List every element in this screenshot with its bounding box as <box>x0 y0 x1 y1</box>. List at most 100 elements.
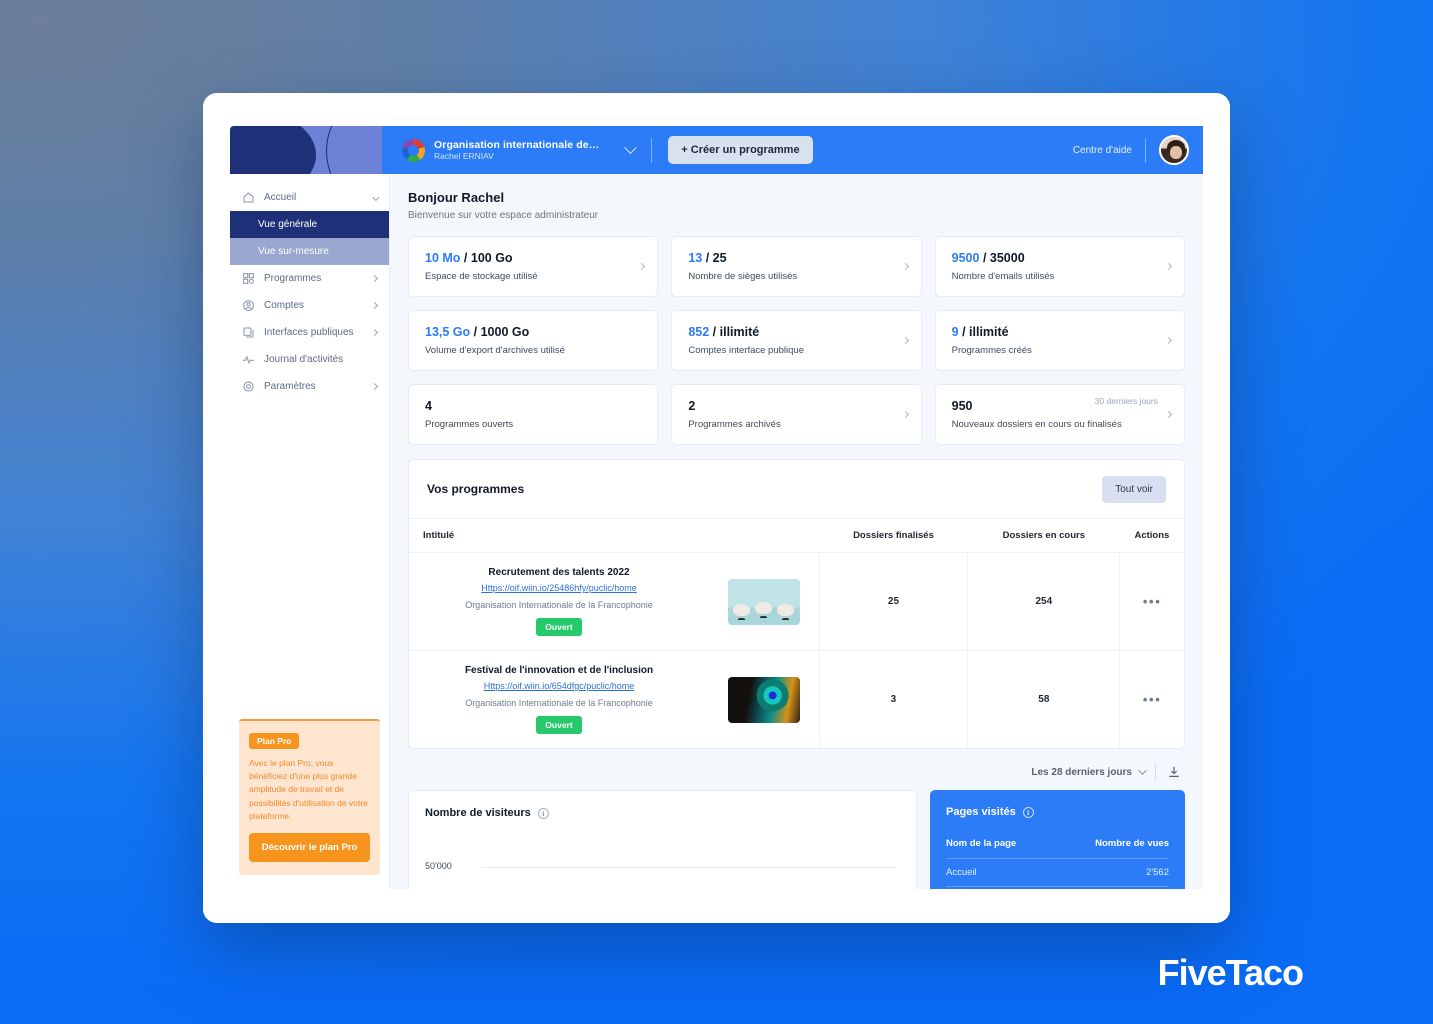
app-body: Accueil Vue générale Vue sur-mesure Prog… <box>230 174 1203 889</box>
stat-value-group: 9 / illimité <box>952 325 1168 339</box>
top-bar: Organisation internationale de… Rachel E… <box>230 126 1203 174</box>
organization-text: Organisation internationale de… Rachel E… <box>434 139 599 162</box>
pages-visited-panel: Pages visités i Nom de la page Nombre de… <box>930 790 1185 889</box>
see-all-button[interactable]: Tout voir <box>1102 475 1166 503</box>
visitors-plot-area: 50'000 <box>425 843 900 889</box>
programme-organization: Organisation Internationale de la Franco… <box>465 698 653 708</box>
programmes-panel: Vos programmes Tout voir Intitulé Dossie… <box>408 459 1185 749</box>
feather-thumbnail <box>727 676 800 723</box>
date-range-selector[interactable]: Les 28 derniers jours <box>1031 765 1147 778</box>
brand-mark-decoration <box>230 126 390 174</box>
pages-table-body: Accueil 2'562 Page de listing 568 <box>946 858 1169 889</box>
chart-gridline <box>481 867 896 868</box>
analytics-row: Nombre de visiteurs i 50'000 Pages visit… <box>408 790 1185 889</box>
pages-visited-title: Pages visités <box>946 806 1016 818</box>
stat-card-programmes-archived[interactable]: 2 Programmes archivés <box>671 384 922 445</box>
chevron-right-icon[interactable] <box>370 301 379 310</box>
sidebar-item-journal-activites[interactable]: Journal d'activités <box>230 346 389 373</box>
sidebar: Accueil Vue générale Vue sur-mesure Prog… <box>230 174 390 889</box>
row-actions-cell: ••• <box>1119 650 1184 748</box>
download-icon[interactable] <box>1167 765 1181 779</box>
programme-organization: Organisation Internationale de la Franco… <box>465 600 653 610</box>
more-options-icon[interactable]: ••• <box>1143 594 1161 609</box>
chevron-right-icon[interactable] <box>370 274 379 283</box>
help-center-link[interactable]: Centre d'aide <box>1073 145 1132 156</box>
sidebar-item-comptes[interactable]: Comptes <box>230 292 389 319</box>
create-programme-button[interactable]: + Créer un programme <box>668 136 813 164</box>
stat-card-storage[interactable]: 10 Mo / 100 Go Espace de stockage utilis… <box>408 236 659 297</box>
sidebar-item-parametres[interactable]: Paramètres <box>230 373 389 400</box>
dossiers-finalises-value: 3 <box>818 650 968 748</box>
sidebar-item-label: Comptes <box>264 300 305 311</box>
page-name: Accueil <box>946 858 1055 887</box>
info-icon[interactable]: i <box>537 807 549 819</box>
chevron-down-icon[interactable] <box>624 140 638 154</box>
avatar[interactable] <box>1159 135 1189 165</box>
chevron-right-icon[interactable] <box>370 328 379 337</box>
table-head: Intitulé Dossiers finalisés Dossiers en … <box>409 518 1184 553</box>
sidebar-item-programmes[interactable]: Programmes <box>230 265 389 292</box>
more-options-icon[interactable]: ••• <box>1143 692 1161 707</box>
activity-icon <box>242 353 255 366</box>
sidebar-subitem-vue-sur-mesure[interactable]: Vue sur-mesure <box>230 238 389 265</box>
plan-pro-description: Avec le plan Pro, vous bénéficiez d'une … <box>249 758 368 821</box>
analytics-filter-row: Les 28 derniers jours <box>408 764 1185 780</box>
table-row[interactable]: Festival de l'innovation et de l'inclusi… <box>409 650 1184 749</box>
info-icon[interactable]: i <box>1022 806 1034 818</box>
programme-name: Festival de l'innovation et de l'inclusi… <box>464 665 654 676</box>
programme-url-link[interactable]: Https://oif.wiin.io/25486hfy/puclic/home <box>481 583 637 593</box>
stat-value-group: 13 / 25 <box>688 251 904 265</box>
stat-label: Volume d'export d'archives utilisé <box>425 345 565 356</box>
stat-label: Programmes ouverts <box>425 419 514 430</box>
stat-card-new-dossiers[interactable]: 30 derniers jours 950 Nouveaux dossiers … <box>934 384 1185 445</box>
discover-plan-pro-button[interactable]: Découvrir le plan Pro <box>249 833 370 862</box>
brand-arc-shape <box>326 126 390 174</box>
chevron-down-icon[interactable] <box>372 193 380 202</box>
header-bar: Organisation internationale de… Rachel E… <box>390 126 1203 174</box>
chevron-right-icon[interactable] <box>1164 410 1173 418</box>
sidebar-item-label: Journal d'activités <box>264 354 344 365</box>
column-header-views: Nombre de vues <box>1095 838 1169 849</box>
organization-logo-icon <box>402 138 425 162</box>
table-header-row: Intitulé Dossiers finalisés Dossiers en … <box>409 518 1184 553</box>
organization-switcher[interactable]: Organisation internationale de… Rachel E… <box>402 138 638 162</box>
stat-card-emails[interactable]: 9500 / 35000 Nombre d'emails utilisés <box>934 236 1185 297</box>
stat-card-public-accounts[interactable]: 852 / illimité Comptes interface publiqu… <box>671 310 922 371</box>
stat-value-group: 13,5 Go / 1000 Go <box>425 325 641 339</box>
column-header-intitule: Intitulé <box>409 518 819 553</box>
stat-card-seats[interactable]: 13 / 25 Nombre de sièges utilisés <box>671 236 922 297</box>
stat-card-archive-export[interactable]: 13,5 Go / 1000 Go Volume d'export d'arch… <box>408 310 659 371</box>
page-subtitle: Bienvenue sur votre espace administrateu… <box>408 210 599 221</box>
list-item[interactable]: Accueil 2'562 <box>946 858 1169 887</box>
stat-card-programmes-created[interactable]: 9 / illimité Programmes créés <box>934 310 1185 371</box>
chevron-right-icon[interactable] <box>1164 262 1173 270</box>
pages-visited-title-row: Pages visités i <box>946 806 1169 818</box>
column-header-finalises: Dossiers finalisés <box>819 518 968 553</box>
sidebar-item-label: Interfaces publiques <box>264 327 354 338</box>
brand-edge-bar <box>382 126 390 174</box>
sidebar-subitem-label: Vue générale <box>258 219 318 230</box>
table-row[interactable]: Recrutement des talents 2022 Https://oif… <box>409 552 1184 651</box>
stat-label: Programmes créés <box>951 345 1032 356</box>
chevron-right-icon[interactable] <box>638 262 646 270</box>
stat-value-group: 4 <box>425 399 641 413</box>
copy-icon <box>242 326 255 339</box>
user-name: Rachel ERNIAV <box>434 150 494 161</box>
chevron-right-icon[interactable] <box>1164 336 1173 344</box>
stat-value: 13 <box>688 251 703 265</box>
home-icon <box>242 191 255 204</box>
sidebar-item-accueil[interactable]: Accueil <box>230 184 389 211</box>
programme-name: Recrutement des talents 2022 <box>488 567 630 578</box>
stat-value-group: 9500 / 35000 <box>952 251 1168 265</box>
row-actions-cell: ••• <box>1119 552 1184 651</box>
stat-total: / 1000 Go <box>473 325 530 339</box>
stat-label: Nombre de sièges utilisés <box>688 271 798 282</box>
programme-info-cell: Festival de l'innovation et de l'inclusi… <box>409 651 709 749</box>
date-range-label: Les 28 derniers jours <box>1031 766 1132 778</box>
watermark-logo: FiveTaco <box>1157 952 1304 993</box>
sidebar-subitem-vue-generale[interactable]: Vue générale <box>230 211 389 238</box>
sidebar-item-interfaces-publiques[interactable]: Interfaces publiques <box>230 319 389 346</box>
chevron-right-icon[interactable] <box>370 382 379 391</box>
programme-url-link[interactable]: Https://oif.wiin.io/654dfgc/puclic/home <box>484 681 635 691</box>
stat-card-programmes-open[interactable]: 4 Programmes ouverts <box>408 384 659 445</box>
